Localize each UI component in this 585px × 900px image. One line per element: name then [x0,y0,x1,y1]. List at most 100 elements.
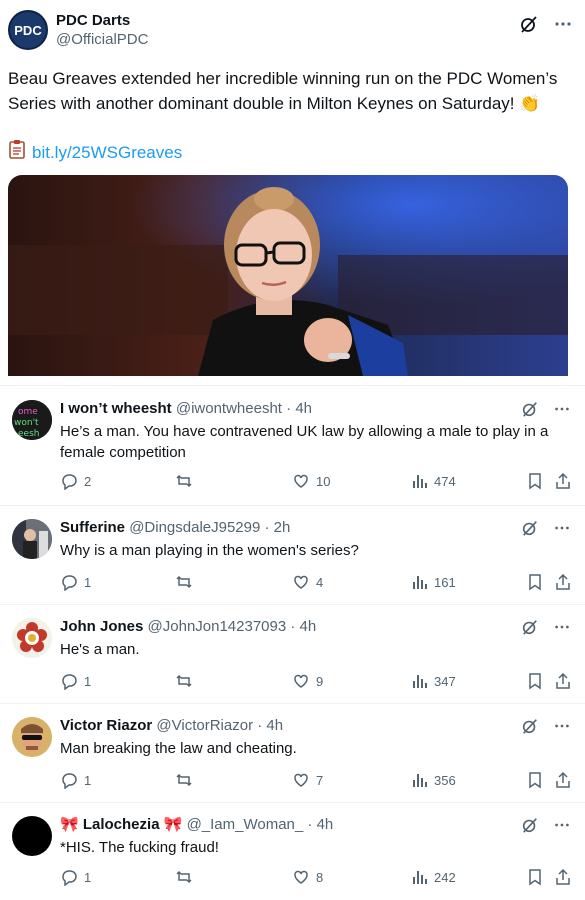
author-name[interactable]: Victor Riazor [60,717,152,734]
views-icon [410,573,428,591]
svg-text:eesh: eesh [18,429,39,439]
like-button[interactable]: 8 [292,868,323,886]
author-name[interactable]: Sufferine [60,519,125,536]
svg-text:ome: ome [18,407,38,417]
author-name[interactable]: John Jones [60,618,143,635]
share-icon [554,771,572,789]
like-button[interactable]: 7 [292,771,323,789]
reply-button[interactable]: 1 [60,771,91,790]
share-icon [554,868,572,886]
reply-button[interactable]: 2 [60,472,92,491]
timestamp[interactable]: · 2h [265,519,291,536]
author-handle[interactable]: @iwontwheesht [176,400,282,417]
retweet-icon [175,771,193,789]
share-button[interactable] [554,573,572,591]
bookmark-button[interactable] [526,672,544,690]
author-handle[interactable]: @JohnJon14237093 [148,618,287,635]
bookmark-button[interactable] [526,868,544,886]
comment-count: 2 [84,473,92,489]
avatar[interactable] [12,618,52,658]
like-button[interactable]: 9 [292,672,323,690]
views-icon [410,472,428,490]
more-icon[interactable] [553,717,571,735]
views-button[interactable]: 161 [410,573,456,591]
tweet-link[interactable]: bit.ly/25WSGreaves [32,141,182,165]
reply-tweet[interactable]: John Jones @JohnJon14237093 · 4h He's a … [0,606,585,704]
grok-icon[interactable] [521,717,539,735]
svg-text:won't: won't [14,418,39,428]
author-name[interactable]: I won’t wheesht [60,400,172,417]
retweet-button[interactable] [175,573,193,591]
grok-icon[interactable] [521,400,539,418]
views-count: 242 [434,869,456,885]
bookmark-icon [526,771,544,789]
grok-icon[interactable] [521,618,539,636]
grok-icon[interactable] [521,816,539,834]
reply-text: He’s a man. You have contravened UK law … [60,423,549,461]
timestamp[interactable]: · 4h [290,618,316,635]
reply-actions: 2 10 474 [60,472,575,492]
share-icon [554,472,572,490]
reply-tweet[interactable]: ome won't eesh I won’t wheesht @iwontwhees… [0,388,585,504]
share-button[interactable] [554,672,572,690]
tweet-header: PDC PDC Darts @OfficialPDC [8,10,148,50]
bookmark-button[interactable] [526,771,544,789]
reply-text: *HIS. The fucking fraud! [60,839,219,856]
author-name[interactable]: PDC Darts [56,11,148,30]
reply-button[interactable]: 1 [60,672,92,691]
share-button[interactable] [554,771,572,789]
grok-icon[interactable] [519,14,537,33]
more-icon[interactable] [553,816,571,834]
retweet-button[interactable] [175,868,193,886]
divider [0,385,585,386]
views-button[interactable]: 356 [410,771,456,789]
views-button[interactable]: 347 [410,672,456,690]
bookmark-button[interactable] [526,573,544,591]
comment-count: 1 [84,673,92,689]
bookmark-icon [526,573,544,591]
avatar[interactable] [12,519,52,559]
views-button[interactable]: 242 [410,868,456,886]
bookmark-button[interactable] [526,472,544,490]
views-button[interactable]: 474 [410,472,456,490]
timestamp[interactable]: · 4h [257,717,283,734]
author-handle[interactable]: @DingsdaleJ95299 [129,519,260,536]
share-button[interactable] [554,472,572,490]
reply-button[interactable]: 1 [60,868,91,887]
like-count: 7 [316,772,324,788]
more-icon[interactable] [553,400,571,418]
retweet-icon [175,672,193,690]
timestamp[interactable]: · 4h [307,816,333,833]
retweet-button[interactable] [175,672,193,690]
tweet-photo[interactable] [8,175,568,376]
reply-tweet[interactable]: Sufferine @DingsdaleJ95299 · 2h Why is a… [0,507,585,605]
like-button[interactable]: 10 [292,472,330,490]
reply-tweet[interactable]: Victor Riazor @VictorRiazor · 4h Man bre… [0,705,585,803]
comment-count: 1 [84,574,92,590]
more-icon[interactable] [553,618,571,636]
reply-tweet[interactable]: 🎀 Lalochezia 🎀 @_Iam_Woman_ · 4h *HIS. T… [0,804,585,900]
like-button[interactable]: 4 [292,573,323,591]
avatar[interactable] [12,816,52,856]
heart-icon [292,868,310,886]
retweet-button[interactable] [175,472,193,490]
more-icon[interactable] [553,519,571,537]
retweet-icon [175,472,193,490]
divider [0,604,585,605]
grok-icon[interactable] [521,519,539,537]
more-icon[interactable] [553,14,571,32]
author-handle[interactable]: @OfficialPDC [56,30,148,49]
author-handle[interactable]: @VictorRiazor [156,717,253,734]
views-count: 356 [434,772,456,788]
timestamp[interactable]: · 4h [286,400,312,417]
avatar[interactable]: ome won't eesh [12,400,52,440]
avatar[interactable] [12,717,52,757]
author-name[interactable]: 🎀 Lalochezia 🎀 [60,816,182,833]
bookmark-icon [526,472,544,490]
share-button[interactable] [554,868,572,886]
reply-button[interactable]: 1 [60,573,92,592]
avatar[interactable]: PDC [8,10,48,50]
retweet-button[interactable] [175,771,193,789]
heart-icon [292,672,310,690]
author-handle[interactable]: @_Iam_Woman_ [187,816,304,833]
